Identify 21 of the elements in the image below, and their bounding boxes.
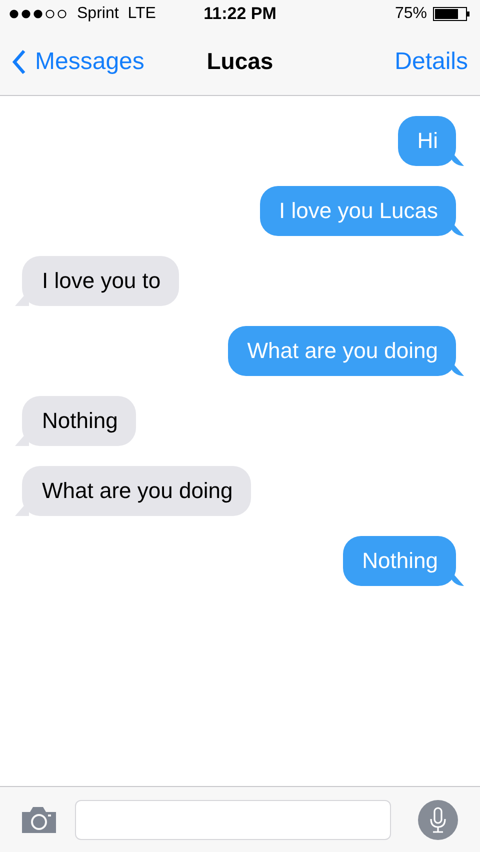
signal-icon: [9, 9, 69, 19]
battery-percent: 75%: [394, 5, 427, 23]
message-input-field[interactable]: [75, 800, 391, 840]
received-message-bubble: What are you doing: [22, 466, 251, 516]
sent-message-bubble: I love you Lucas: [260, 186, 456, 236]
battery-icon: [433, 7, 470, 21]
microphone-icon[interactable]: [418, 800, 458, 840]
back-button[interactable]: Messages: [12, 48, 144, 76]
carrier-name: Sprint: [77, 5, 119, 23]
clock-time: 11:22 PM: [202, 4, 278, 24]
chevron-icon: [12, 48, 26, 74]
details-button[interactable]: Details: [394, 48, 468, 76]
received-message-bubble: Nothing: [22, 396, 136, 446]
sent-message-bubble: Hi: [398, 116, 456, 166]
back-label[interactable]: Messages: [35, 48, 144, 76]
sent-message-bubble: Nothing: [343, 536, 456, 586]
sent-message-bubble: What are you doing: [228, 326, 456, 376]
received-message-bubble: I love you to: [22, 256, 179, 306]
camera-icon[interactable]: [20, 806, 58, 834]
network-type: LTE: [128, 5, 156, 23]
contact-name: Lucas: [206, 48, 274, 75]
